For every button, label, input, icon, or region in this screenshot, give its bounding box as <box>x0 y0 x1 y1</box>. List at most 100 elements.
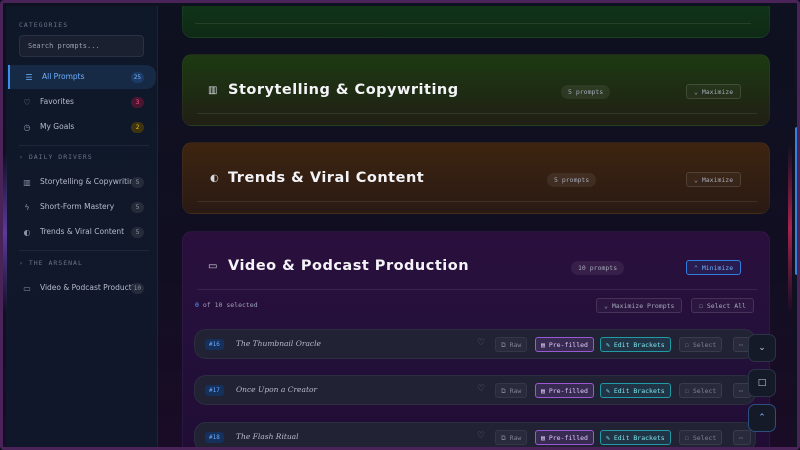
trend-icon: ◐ <box>210 173 219 184</box>
count-badge: 3 <box>131 96 144 108</box>
chevron-down-icon: ⌄ <box>758 343 766 353</box>
favorite-heart-icon[interactable]: ♡ <box>477 384 485 394</box>
chevron-icon: › <box>19 259 29 267</box>
scroll-down-button[interactable]: ⌄ <box>748 334 776 362</box>
search-input[interactable] <box>19 35 144 57</box>
sidebar-item-trends[interactable]: ◐ Trends & Viral Content 5 <box>8 220 156 244</box>
video-icon: ▭ <box>23 283 31 293</box>
selection-counter: 0 of 10 selected <box>195 301 258 309</box>
scroll-up-button[interactable]: ⌃ <box>748 404 776 432</box>
prefilled-button[interactable]: ▤ Pre-filled <box>535 337 594 352</box>
video-icon: ▭ <box>208 261 218 272</box>
checkbox-icon: ☐ <box>685 434 693 442</box>
chevron-down-icon: ⌄ <box>604 302 612 310</box>
selected-text: of 10 selected <box>202 301 258 309</box>
prompt-row[interactable]: #17 Once Upon a Creator ♡ ⧉ Raw ▤ Pre-fi… <box>194 375 756 405</box>
document-icon: ▤ <box>541 387 549 395</box>
app-window: CATEGORIES ☰ All Prompts 25 ♡ Favorites … <box>0 0 800 450</box>
raw-label: Raw <box>509 434 522 442</box>
select-all-label: Select All <box>706 302 746 310</box>
sidebar-item-video-podcast[interactable]: ▭ Video & Podcast Production 10 <box>8 274 156 302</box>
sidebar-item-favorites[interactable]: ♡ Favorites 3 <box>8 90 156 114</box>
maximize-button[interactable]: ⌄ Maximize <box>686 84 742 99</box>
prefilled-label: Pre-filled <box>548 341 588 349</box>
sidebar-item-all-prompts[interactable]: ☰ All Prompts 25 <box>8 65 156 89</box>
sidebar-item-short-form[interactable]: ϟ Short-Form Mastery 5 <box>8 195 156 219</box>
sidebar-item-my-goals[interactable]: ◷ My Goals 2 <box>8 115 156 139</box>
scrollbar-thumb[interactable] <box>795 127 797 275</box>
select-button[interactable]: ☐ Select <box>679 430 723 445</box>
edit-icon: ✎ <box>606 341 614 349</box>
count-badge: 5 <box>131 226 144 238</box>
selected-count: 0 <box>195 301 199 309</box>
divider <box>19 250 149 251</box>
prompt-row[interactable]: #16 The Thumbnail Oracle ♡ ⧉ Raw ▤ Pre-f… <box>194 329 756 359</box>
more-icon[interactable]: ⋯ <box>733 430 751 445</box>
count-badge: 5 <box>131 201 144 213</box>
favorite-heart-icon[interactable]: ♡ <box>477 431 485 441</box>
raw-button[interactable]: ⧉ Raw <box>495 430 528 445</box>
checkbox-icon: ☐ <box>699 302 707 310</box>
book-icon: ▥ <box>208 85 218 96</box>
daily-drivers-heading: › DAILY DRIVERS <box>19 153 93 161</box>
raw-button[interactable]: ⧉ Raw <box>495 383 528 398</box>
select-all-button[interactable]: ☐ Select All <box>691 298 754 313</box>
prefilled-label: Pre-filled <box>548 387 588 395</box>
prefilled-button[interactable]: ▤ Pre-filled <box>535 430 594 445</box>
chevron-icon: › <box>19 153 29 161</box>
favorite-heart-icon[interactable]: ♡ <box>477 338 485 348</box>
copy-icon: ⧉ <box>501 341 510 349</box>
checkbox-icon: ☐ <box>685 341 693 349</box>
maximize-prompts-label: Maximize Prompts <box>611 302 675 310</box>
select-button[interactable]: ☐ Select <box>679 383 723 398</box>
section-title: Video & Podcast Production <box>228 258 470 274</box>
edit-icon: ✎ <box>606 387 614 395</box>
divider <box>197 289 757 290</box>
divider <box>195 23 751 24</box>
raw-label: Raw <box>509 387 522 395</box>
divider <box>19 145 149 146</box>
maximize-prompts-button[interactable]: ⌄ Maximize Prompts <box>596 298 683 313</box>
count-badge: 25 <box>130 71 144 83</box>
trend-icon: ◐ <box>23 227 31 237</box>
prefilled-label: Pre-filled <box>548 434 588 442</box>
edit-brackets-button[interactable]: ✎ Edit Brackets <box>600 383 671 398</box>
daily-drivers-label: DAILY DRIVERS <box>28 153 93 161</box>
prompt-number: #18 <box>205 432 224 443</box>
edit-brackets-label: Edit Brackets <box>613 434 665 442</box>
arsenal-heading: › THE ARSENAL <box>19 259 83 267</box>
raw-label: Raw <box>509 341 522 349</box>
chevron-up-icon: ⌃ <box>694 264 702 272</box>
main-content: ▥ Storytelling & Copywriting 5 prompts ⌄… <box>158 6 797 447</box>
sidebar-item-storytelling[interactable]: ▥ Storytelling & Copywriting 5 <box>8 168 156 196</box>
edit-brackets-label: Edit Brackets <box>613 341 665 349</box>
count-badge: 2 <box>131 121 144 133</box>
prefilled-button[interactable]: ▤ Pre-filled <box>535 383 594 398</box>
maximize-label: Maximize <box>701 176 734 184</box>
document-icon: ▤ <box>541 341 549 349</box>
prompt-row[interactable]: #18 The Flash Ritual ♡ ⧉ Raw ▤ Pre-fille… <box>194 422 756 447</box>
minimize-button[interactable]: ⌃ Minimize <box>686 260 742 275</box>
select-label: Select <box>692 341 717 349</box>
chevron-up-icon: ⌃ <box>758 413 766 423</box>
divider <box>197 201 757 202</box>
chevron-down-icon: ⌄ <box>694 176 702 184</box>
edge-glow <box>788 143 792 313</box>
book-icon: ▥ <box>23 177 31 187</box>
stop-button[interactable]: □ <box>748 369 776 397</box>
maximize-label: Maximize <box>701 88 734 96</box>
heart-icon: ♡ <box>23 97 31 107</box>
document-icon: ▤ <box>541 434 549 442</box>
maximize-button[interactable]: ⌄ Maximize <box>686 172 742 187</box>
edit-brackets-button[interactable]: ✎ Edit Brackets <box>600 337 671 352</box>
section-storytelling: ▥ Storytelling & Copywriting 5 prompts ⌄… <box>182 54 770 126</box>
prompt-count-pill: 5 prompts <box>547 173 597 187</box>
edit-brackets-button[interactable]: ✎ Edit Brackets <box>600 430 671 445</box>
edit-brackets-label: Edit Brackets <box>613 387 665 395</box>
minimize-label: Minimize <box>701 264 734 272</box>
count-badge: 10 <box>130 282 144 294</box>
select-button[interactable]: ☐ Select <box>679 337 723 352</box>
raw-button[interactable]: ⧉ Raw <box>495 337 528 352</box>
prompt-number: #17 <box>205 385 224 396</box>
prompt-title: The Thumbnail Oracle <box>236 339 321 348</box>
